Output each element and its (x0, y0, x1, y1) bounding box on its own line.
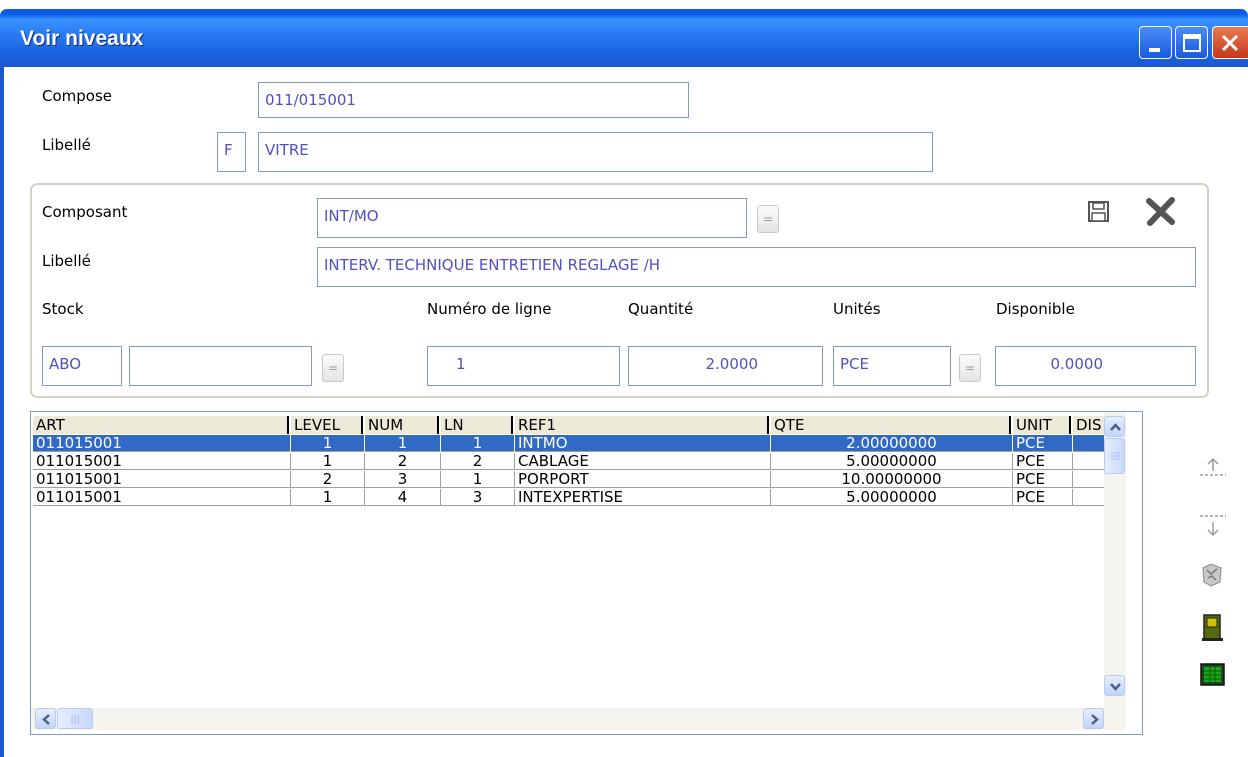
window-border (0, 67, 4, 757)
move-down-icon[interactable] (1198, 510, 1228, 540)
grip-icon (71, 715, 79, 724)
maximize-button[interactable] (1175, 26, 1208, 59)
cell-qte: 5.00000000 (771, 453, 1013, 470)
unites-lookup-button[interactable]: = (959, 354, 981, 382)
disponible-label: Disponible (996, 300, 1075, 318)
cell-level: 1 (291, 489, 365, 506)
compose-label: Compose (42, 87, 113, 105)
stock-name-field[interactable] (129, 346, 312, 386)
scroll-up-button[interactable] (1104, 416, 1125, 437)
cell-art: 011015001 (33, 435, 291, 452)
cell-unit: PCE (1013, 489, 1073, 506)
quantite-field[interactable]: 2.0000 (628, 346, 823, 386)
chevron-up-icon (1110, 423, 1121, 431)
composant-libelle-label: Libellé (42, 252, 91, 270)
libelle-field[interactable]: VITRE (258, 132, 933, 172)
scroll-down-button[interactable] (1104, 675, 1125, 696)
cell-qte: 10.00000000 (771, 471, 1013, 488)
numero-label: Numéro de ligne (427, 300, 552, 318)
minimize-button[interactable] (1139, 26, 1172, 59)
horizontal-scrollbar[interactable] (31, 708, 1126, 730)
grid-header: ART LEVEL NUM LN REF1 QTE UNIT DIS (33, 416, 1105, 434)
col-header-level[interactable]: LEVEL (291, 416, 363, 434)
vertical-scrollbar[interactable] (1104, 412, 1126, 708)
close-button[interactable] (1212, 26, 1248, 59)
cell-dis (1073, 471, 1105, 488)
unites-field[interactable]: PCE (833, 346, 951, 386)
cancel-x-icon[interactable] (1145, 197, 1179, 227)
col-header-art[interactable]: ART (33, 416, 289, 434)
cell-art: 011015001 (33, 453, 291, 470)
spreadsheet-icon[interactable] (1200, 663, 1226, 687)
cell-num: 2 (365, 453, 441, 470)
composant-field[interactable]: INT/MO (317, 198, 747, 238)
cell-unit: PCE (1013, 471, 1073, 488)
cell-num: 4 (365, 489, 441, 506)
cell-level: 2 (291, 471, 365, 488)
cell-dis (1073, 435, 1105, 452)
scroll-right-button[interactable] (1083, 708, 1104, 729)
unites-label: Unités (833, 300, 881, 318)
col-header-ref1[interactable]: REF1 (515, 416, 769, 434)
composant-lookup-button[interactable]: = (757, 205, 779, 233)
quantite-label: Quantité (628, 300, 694, 318)
save-icon[interactable] (1087, 200, 1111, 224)
col-header-dis[interactable]: DIS (1073, 416, 1105, 434)
col-header-qte[interactable]: QTE (771, 416, 1011, 434)
cell-dis (1073, 453, 1105, 470)
minimize-icon (1149, 48, 1160, 52)
cell-num: 1 (365, 435, 441, 452)
table-row[interactable]: 011015001 2 3 1 PORPORT 10.00000000 PCE (33, 471, 1105, 488)
cell-num: 3 (365, 471, 441, 488)
disponible-field[interactable]: 0.0000 (995, 346, 1196, 386)
cell-ln: 2 (441, 453, 515, 470)
cell-ref1: INTEXPERTISE (515, 489, 771, 506)
cell-ln: 3 (441, 489, 515, 506)
exit-door-icon[interactable] (1201, 614, 1225, 642)
grip-icon (1111, 452, 1120, 460)
recycle-icon[interactable] (1199, 562, 1225, 588)
composant-libelle-field[interactable]: INTERV. TECHNIQUE ENTRETIEN REGLAGE /H (317, 247, 1196, 287)
stock-label: Stock (42, 300, 84, 318)
horizontal-scroll-thumb[interactable] (57, 708, 93, 729)
chevron-right-icon (1091, 714, 1099, 725)
cell-art: 011015001 (33, 489, 291, 506)
composant-label: Composant (42, 203, 128, 221)
cell-dis (1073, 489, 1105, 506)
numero-field[interactable]: 1 (427, 346, 620, 386)
move-up-icon[interactable] (1198, 455, 1228, 481)
libelle-label: Libellé (42, 136, 91, 154)
stock-code-field[interactable]: ABO (42, 346, 122, 386)
chevron-down-icon (1110, 683, 1121, 691)
cell-level: 1 (291, 435, 365, 452)
title-bar[interactable]: Voir niveaux (0, 9, 1248, 67)
cell-ref1: INTMO (515, 435, 771, 452)
chevron-left-icon (42, 714, 50, 725)
libelle-code-field[interactable]: F (217, 132, 246, 172)
cell-ln: 1 (441, 471, 515, 488)
table-row[interactable]: 011015001 1 1 1 INTMO 2.00000000 PCE (33, 435, 1105, 452)
cell-unit: PCE (1013, 453, 1073, 470)
maximize-icon (1183, 34, 1201, 52)
scroll-left-button[interactable] (35, 708, 56, 729)
cell-art: 011015001 (33, 471, 291, 488)
cell-ref1: PORPORT (515, 471, 771, 488)
compose-field[interactable]: 011/015001 (258, 82, 689, 118)
vertical-scroll-thumb[interactable] (1104, 438, 1125, 474)
cell-qte: 5.00000000 (771, 489, 1013, 506)
close-icon (1221, 34, 1239, 52)
table-row[interactable]: 011015001 1 4 3 INTEXPERTISE 5.00000000 … (33, 489, 1105, 506)
cell-ref1: CABLAGE (515, 453, 771, 470)
col-header-ln[interactable]: LN (441, 416, 513, 434)
cell-level: 1 (291, 453, 365, 470)
levels-grid[interactable]: ART LEVEL NUM LN REF1 QTE UNIT DIS 01101… (30, 411, 1143, 735)
stock-lookup-button[interactable]: = (322, 354, 344, 382)
cell-unit: PCE (1013, 435, 1073, 452)
col-header-unit[interactable]: UNIT (1013, 416, 1071, 434)
col-header-num[interactable]: NUM (365, 416, 439, 434)
cell-qte: 2.00000000 (771, 435, 1013, 452)
cell-ln: 1 (441, 435, 515, 452)
window-title: Voir niveaux (20, 27, 144, 50)
table-row[interactable]: 011015001 1 2 2 CABLAGE 5.00000000 PCE (33, 453, 1105, 470)
